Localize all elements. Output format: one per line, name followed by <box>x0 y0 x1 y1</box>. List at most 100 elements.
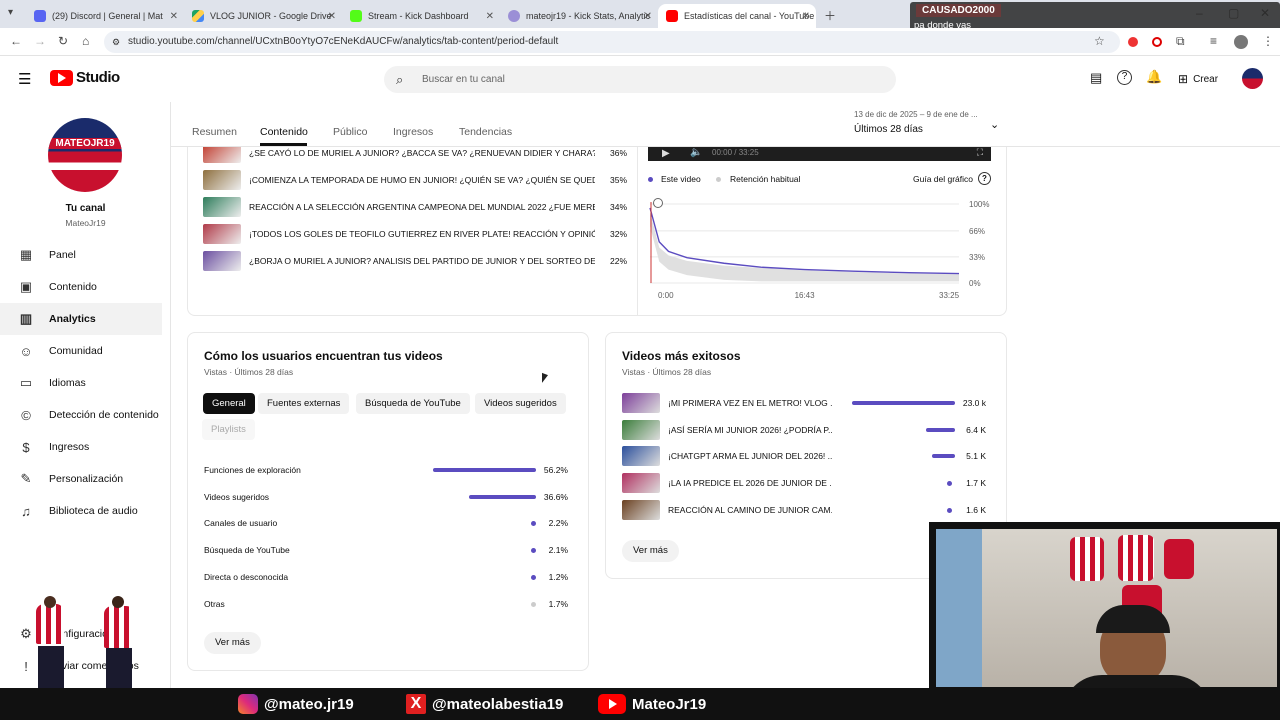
play-icon[interactable]: ▶ <box>662 148 670 159</box>
url-field[interactable]: ⚙ studio.youtube.com/channel/UCxtnB0oYtyO… <box>104 31 1120 53</box>
video-title[interactable]: REACCIÓN AL CAMINO DE JUNIOR CAM... <box>668 505 832 515</box>
traffic-source-label[interactable]: Directa o desconocida <box>204 572 288 582</box>
video-thumbnail[interactable] <box>622 446 660 467</box>
menu-icon[interactable]: ☰ <box>18 70 31 88</box>
video-thumbnail[interactable] <box>203 224 241 244</box>
top-videos-more-button[interactable]: Ver más <box>622 540 679 562</box>
browser-tab-kick[interactable]: Stream - Kick Dashboard ✕ <box>342 4 500 28</box>
site-info-icon[interactable]: ⚙ <box>112 31 120 53</box>
sidebar-item-languages[interactable]: ▭ Idiomas <box>0 367 162 399</box>
video-title[interactable]: ¡LA IA PREDICE EL 2026 DE JUNIOR DE ... <box>668 478 832 488</box>
tabs-divider <box>171 146 1280 147</box>
tab-content[interactable]: Contenido <box>260 126 308 138</box>
chart-guide-link[interactable]: Guía del gráfico <box>913 174 973 184</box>
traffic-source-label[interactable]: Canales de usuario <box>204 518 277 528</box>
traffic-source-label[interactable]: Videos sugeridos <box>204 492 269 502</box>
volume-icon[interactable]: 🔈 <box>690 147 702 158</box>
browser-tab-kickstats[interactable]: mateojr19 - Kick Stats, Analytic ✕ <box>500 4 658 28</box>
video-views: 1.6 K <box>966 504 986 515</box>
video-thumbnail[interactable] <box>622 499 660 520</box>
x-tick-label: 33:25 <box>939 291 960 300</box>
video-title[interactable]: REACCIÓN A LA SELECCIÓN ARGENTINA CAMPEO… <box>249 202 595 212</box>
channel-handle: MateoJr19 <box>65 218 106 228</box>
opera-icon[interactable] <box>1152 37 1162 47</box>
video-title[interactable]: ¡COMIENZA LA TEMPORADA DE HUMO EN JUNIOR… <box>249 175 595 185</box>
video-title[interactable]: ¡CHATGPT ARMA EL JUNIOR DEL 2026! ... <box>668 451 832 461</box>
browser-tab-youtube[interactable]: Estadísticas del canal - YouTube ✕ <box>658 4 816 28</box>
community-icon: ☺ <box>19 343 33 359</box>
help-icon[interactable]: ? <box>1117 70 1132 85</box>
video-thumbnail[interactable] <box>203 251 241 271</box>
new-tab-icon[interactable]: ＋ <box>824 7 836 24</box>
video-thumbnail[interactable] <box>203 197 241 217</box>
sidebar-item-content[interactable]: ▣ Contenido <box>0 271 162 303</box>
retention-video-row[interactable]: ¡TODOS LOS GOLES DE TEOFILO GUTIERREZ EN… <box>203 224 627 244</box>
video-title[interactable]: ¡ASÍ SERÍA MI JUNIOR 2026! ¿PODRÍA P... <box>668 425 832 435</box>
sidebar-item-label: Biblioteca de audio <box>49 505 138 517</box>
sidebar-item-earn[interactable]: $ Ingresos <box>0 431 162 463</box>
search-input[interactable]: ⌕ Buscar en tu canal <box>384 66 896 93</box>
sidebar-item-analytics[interactable]: ▥ Analytics <box>0 303 162 335</box>
chip-suggested[interactable]: Videos sugeridos <box>475 393 566 414</box>
create-button[interactable]: ⊞ Crear <box>1172 67 1224 91</box>
retention-video-row[interactable]: ¿BORJA O MURIEL A JUNIOR? ANALISIS DEL P… <box>203 251 627 271</box>
sidebar-item-content-detection[interactable]: © Detección de contenido <box>0 399 162 431</box>
y-tick-label: 100% <box>969 200 989 209</box>
tab-summary[interactable]: Resumen <box>192 126 237 138</box>
help-icon[interactable]: ? <box>978 172 991 185</box>
extensions-puzzle-icon[interactable]: ⧉ <box>1176 34 1185 49</box>
chip-youtube-search[interactable]: Búsqueda de YouTube <box>356 393 470 414</box>
sidebar-item-panel[interactable]: ▦ Panel <box>0 239 162 271</box>
close-icon[interactable]: ✕ <box>486 11 494 22</box>
browser-tab-discord[interactable]: (29) Discord | General | Mat ✕ <box>26 4 184 28</box>
close-icon[interactable]: ✕ <box>328 11 336 22</box>
traffic-source-label[interactable]: Búsqueda de YouTube <box>204 545 290 555</box>
video-thumbnail[interactable] <box>622 473 660 494</box>
chip-playlists[interactable]: Playlists <box>202 419 255 440</box>
chip-external[interactable]: Fuentes externas <box>258 393 350 414</box>
traffic-source-label[interactable]: Otras <box>204 599 225 609</box>
sidebar-item-audio-library[interactable]: ♫ Biblioteca de audio <box>0 495 162 527</box>
home-icon[interactable]: ⌂ <box>82 34 89 48</box>
traffic-more-button[interactable]: Ver más <box>204 632 261 654</box>
notifications-icon[interactable]: 🔔 <box>1146 69 1162 85</box>
video-thumbnail[interactable] <box>203 170 241 190</box>
retention-video-row[interactable]: ¡COMIENZA LA TEMPORADA DE HUMO EN JUNIOR… <box>203 170 627 190</box>
forward-icon[interactable]: → <box>34 34 46 48</box>
tab-revenue[interactable]: Ingresos <box>393 126 433 138</box>
extension-icon[interactable] <box>1128 37 1138 47</box>
period-selector[interactable]: 13 de dic de 2025 – 9 de ene de ... Últi… <box>854 110 1010 140</box>
channel-avatar[interactable]: MATEOJR19 <box>48 118 122 192</box>
video-title[interactable]: ¡TODOS LOS GOLES DE TEOFILO GUTIERREZ EN… <box>249 229 595 239</box>
tab-audience[interactable]: Público <box>333 126 367 138</box>
video-title[interactable]: ¿BORJA O MURIEL A JUNIOR? ANALISIS DEL P… <box>249 256 595 266</box>
browser-menu-icon[interactable]: ⋮ <box>1262 34 1274 48</box>
video-player[interactable]: ▶ 🔈 00:00 / 33:25 ⛶ <box>648 147 991 161</box>
video-thumbnail[interactable] <box>622 419 660 440</box>
bookmark-star-icon[interactable]: ☆ <box>1094 34 1105 48</box>
traffic-source-label[interactable]: Funciones de exploración <box>204 465 301 475</box>
reload-icon[interactable]: ↻ <box>58 34 68 48</box>
retention-video-row[interactable]: REACCIÓN A LA SELECCIÓN ARGENTINA CAMPEO… <box>203 197 627 217</box>
close-icon[interactable]: ✕ <box>802 11 810 22</box>
browser-tab-drive[interactable]: VLOG JUNIOR - Google Drive ✕ <box>184 4 342 28</box>
studio-logo[interactable]: Studio <box>50 69 120 86</box>
video-title[interactable]: ¿SE CAYÓ LO DE MURIEL A JUNIOR? ¿BACCA S… <box>249 148 595 158</box>
close-icon[interactable]: ✕ <box>170 11 178 22</box>
back-icon[interactable]: ← <box>10 34 22 48</box>
close-icon[interactable]: ✕ <box>644 11 652 22</box>
sidebar-item-community[interactable]: ☺ Comunidad <box>0 335 162 367</box>
tab-label: mateojr19 - Kick Stats, Analytic <box>526 11 651 21</box>
social-youtube: MateoJr19 <box>598 694 706 714</box>
feedback-icon[interactable]: ▤ <box>1090 70 1102 86</box>
fullscreen-icon[interactable]: ⛶ <box>977 147 983 158</box>
sidebar-item-customization[interactable]: ✎ Personalización <box>0 463 162 495</box>
profile-avatar[interactable] <box>1234 35 1248 49</box>
chip-general[interactable]: General <box>203 393 255 414</box>
media-icon[interactable]: ≡ <box>1210 34 1217 48</box>
video-thumbnail[interactable] <box>622 393 660 413</box>
tab-search-icon[interactable]: ▾ <box>8 7 13 18</box>
tab-trends[interactable]: Tendencias <box>459 126 512 138</box>
video-title[interactable]: ¡MI PRIMERA VEZ EN EL METRO! VLOG ... <box>668 398 832 408</box>
account-avatar[interactable] <box>1242 68 1263 89</box>
